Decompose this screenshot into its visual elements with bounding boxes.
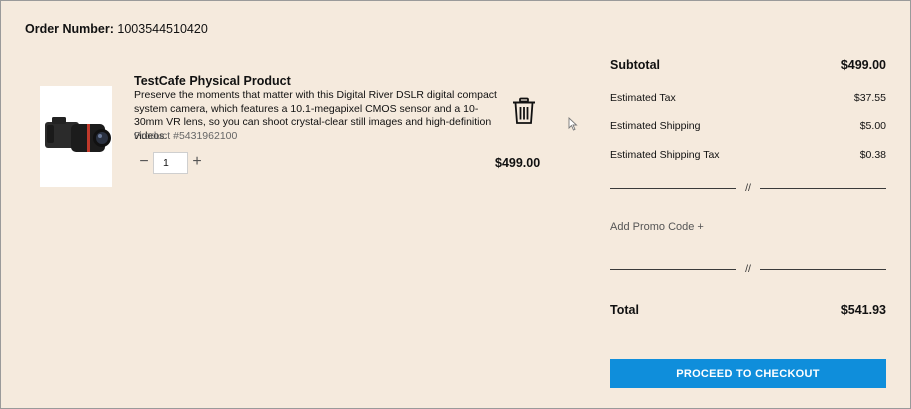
order-number-value: 1003544510420: [117, 22, 208, 36]
shipping-row: Estimated Shipping $5.00: [610, 120, 886, 132]
shipping-tax-row: Estimated Shipping Tax $0.38: [610, 149, 886, 161]
order-number-label: Order Number:: [25, 22, 114, 36]
line-item-price: $499.00: [495, 156, 541, 170]
summary-divider-top: //: [610, 182, 886, 195]
shipping-tax-label: Estimated Shipping Tax: [610, 149, 720, 161]
add-promo-code-link[interactable]: Add Promo Code +: [610, 221, 704, 233]
quantity-decrease-button[interactable]: −: [135, 153, 153, 171]
total-value: $541.93: [840, 303, 886, 317]
page-frame: Order Number: 1003544510420 TestCafe Phy…: [0, 0, 911, 409]
tax-row: Estimated Tax $37.55: [610, 92, 886, 104]
shipping-label: Estimated Shipping: [610, 120, 701, 132]
shipping-tax-value: $0.38: [859, 149, 886, 161]
subtotal-label: Subtotal: [610, 58, 660, 72]
remove-item-button[interactable]: [512, 97, 536, 125]
camera-icon: [45, 117, 111, 152]
proceed-to-checkout-button[interactable]: PROCEED TO CHECKOUT: [610, 359, 886, 388]
subtotal-value: $499.00: [840, 58, 886, 72]
product-image[interactable]: [40, 86, 112, 187]
shipping-value: $5.00: [859, 120, 886, 132]
product-title[interactable]: TestCafe Physical Product: [134, 74, 291, 88]
subtotal-row: Subtotal $499.00: [610, 58, 886, 72]
mouse-cursor-icon: [568, 117, 578, 131]
order-number: Order Number: 1003544510420: [25, 22, 208, 36]
total-row: Total $541.93: [610, 303, 886, 317]
divider-slashes: //: [745, 263, 751, 275]
tax-label: Estimated Tax: [610, 92, 676, 104]
total-label: Total: [610, 303, 639, 317]
trash-icon: [513, 97, 535, 124]
quantity-input[interactable]: [153, 152, 188, 174]
divider-slashes: //: [745, 182, 751, 194]
summary-divider-bottom: //: [610, 263, 886, 276]
tax-value: $37.55: [853, 92, 886, 104]
product-sku: Product #5431962100: [134, 130, 238, 142]
quantity-increase-button[interactable]: +: [188, 153, 206, 171]
